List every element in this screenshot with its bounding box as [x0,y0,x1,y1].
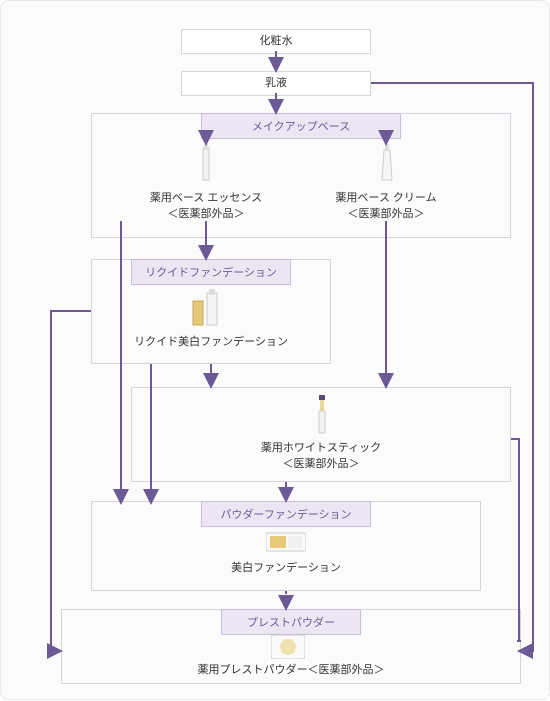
product-base-essence-note: ＜医薬部外品＞ [121,205,291,221]
header-powder-foundation: パウダーファンデーション [201,501,371,527]
product-base-essence-name: 薬用ベース エッセンス [121,189,291,205]
product-whitening-foundation: 美白ファンデーション [191,559,381,575]
flowchart-canvas: 化粧水 乳液 メイクアップベース 薬用ベース エッセンス ＜医薬部外品＞ 薬用ベ… [0,0,550,700]
pressed-powder-icon [271,635,305,662]
compact-icon [266,531,306,556]
header-liquid-foundation: リクイドファンデーション [131,259,291,285]
header-makeup-base: メイクアップベース [201,113,401,139]
stick-icon [316,395,328,438]
product-pressed-powder: 薬用プレストパウダー＜医薬部外品＞ [161,661,421,677]
header-pressed-powder: プレストパウダー [221,609,361,635]
tube-icon [380,144,394,187]
product-base-cream: 薬用ベース クリーム ＜医薬部外品＞ [301,189,471,221]
product-base-essence: 薬用ベース エッセンス ＜医薬部外品＞ [121,189,291,221]
step-lotion: 化粧水 [181,29,371,54]
product-liquid-whitening: リクイド美白ファンデーション [101,333,321,349]
product-white-stick-name: 薬用ホワイトスティック [221,439,421,455]
product-white-stick: 薬用ホワイトスティック ＜医薬部外品＞ [221,439,421,471]
product-base-cream-note: ＜医薬部外品＞ [301,205,471,221]
step-emulsion: 乳液 [181,71,371,96]
product-base-cream-name: 薬用ベース クリーム [301,189,471,205]
product-white-stick-note: ＜医薬部外品＞ [221,455,421,471]
bottle-icon [200,144,212,187]
liquid-foundation-icon [191,289,221,330]
